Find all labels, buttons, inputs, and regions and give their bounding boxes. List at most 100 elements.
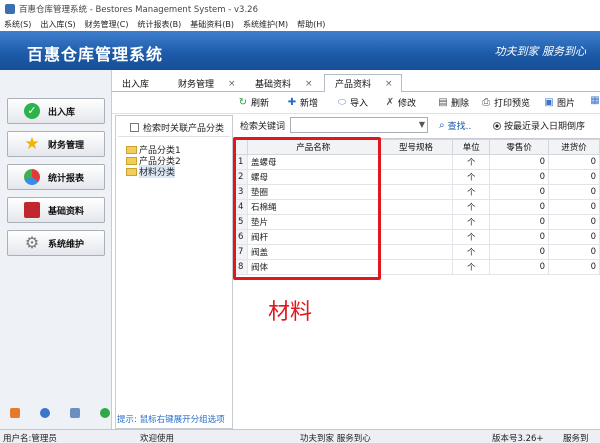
product-name-cell[interactable]: 盖螺母	[246, 154, 380, 170]
sort-radio[interactable]: 按最近录入日期倒序	[493, 119, 585, 132]
spec-cell[interactable]	[378, 214, 454, 230]
tab-stock-io[interactable]: 出入库	[112, 75, 149, 92]
purchase-price-cell[interactable]: 0	[548, 169, 600, 185]
purchase-price-cell[interactable]: 0	[548, 244, 600, 260]
product-name-cell[interactable]: 垫片	[246, 214, 380, 230]
column-header-unit[interactable]: 单位	[452, 139, 491, 155]
product-name-cell[interactable]: 垫圈	[246, 184, 380, 200]
spec-cell[interactable]	[378, 199, 454, 215]
retail-price-cell[interactable]: 0	[489, 259, 550, 275]
refresh-button[interactable]: ↻ 刷新	[238, 96, 269, 109]
unit-cell[interactable]: 个	[452, 184, 491, 200]
row-number-cell[interactable]: 5	[234, 214, 248, 230]
retail-price-cell[interactable]: 0	[489, 244, 550, 260]
sidebar-item-reports[interactable]: 统计报表	[7, 164, 105, 190]
table-row[interactable]: 7 阀盖个 0 0	[234, 244, 600, 260]
checkbox-box[interactable]	[130, 123, 139, 132]
unit-cell[interactable]: 个	[452, 229, 491, 245]
retail-price-cell[interactable]: 0	[489, 154, 550, 170]
menu-maintenance[interactable]: 系统维护(M)	[243, 19, 288, 30]
product-name-cell[interactable]: 阀杆	[246, 229, 380, 245]
window-icon[interactable]	[70, 408, 80, 418]
unit-cell[interactable]: 个	[452, 244, 491, 260]
tab-basic-data[interactable]: 基础资料 ×	[245, 75, 313, 92]
sidebar-item-basic-data[interactable]: 基础资料	[7, 197, 105, 223]
menu-stock-io[interactable]: 出入库(S)	[40, 19, 75, 30]
spec-cell[interactable]	[378, 259, 454, 275]
delete-button[interactable]: ▤ 删除	[438, 96, 469, 109]
purchase-price-cell[interactable]: 0	[548, 259, 600, 275]
purchase-price-cell[interactable]: 0	[548, 214, 600, 230]
purchase-price-cell[interactable]: 0	[548, 229, 600, 245]
purchase-price-cell[interactable]: 0	[548, 154, 600, 170]
chevron-down-icon[interactable]: ▼	[419, 120, 425, 129]
retail-price-cell[interactable]: 0	[489, 184, 550, 200]
column-header-rownum[interactable]	[234, 139, 248, 155]
column-header-retail[interactable]: 零售价	[489, 139, 550, 155]
close-icon[interactable]: ×	[228, 79, 236, 89]
calculator-icon[interactable]	[10, 408, 20, 418]
retail-price-cell[interactable]: 0	[489, 169, 550, 185]
table-row[interactable]: 8 阀体个 0 0	[234, 259, 600, 275]
row-number-cell[interactable]: 1	[234, 154, 248, 170]
clock-icon[interactable]	[40, 408, 50, 418]
unit-cell[interactable]: 个	[452, 169, 491, 185]
spec-cell[interactable]	[378, 169, 454, 185]
retail-price-cell[interactable]: 0	[489, 214, 550, 230]
column-header-spec[interactable]: 型号规格	[378, 139, 454, 155]
row-number-cell[interactable]: 3	[234, 184, 248, 200]
link-category-checkbox[interactable]: 检索时关联产品分类	[130, 121, 224, 134]
menu-help[interactable]: 帮助(H)	[297, 19, 325, 30]
product-name-cell[interactable]: 石棉绳	[246, 199, 380, 215]
product-name-cell[interactable]: 阀体	[246, 259, 380, 275]
spec-cell[interactable]	[378, 154, 454, 170]
purchase-price-cell[interactable]: 0	[548, 199, 600, 215]
edit-button[interactable]: ✗ 修改	[385, 96, 416, 109]
unit-cell[interactable]: 个	[452, 154, 491, 170]
unit-cell[interactable]: 个	[452, 214, 491, 230]
table-row[interactable]: 1 盖螺母个 0 0	[234, 154, 600, 170]
sidebar-item-stock-io[interactable]: ✓ 出入库	[7, 98, 105, 124]
close-icon[interactable]: ×	[385, 79, 393, 89]
retail-price-cell[interactable]: 0	[489, 229, 550, 245]
unit-cell[interactable]: 个	[452, 199, 491, 215]
tab-product-data[interactable]: 产品资料 ×	[324, 74, 402, 92]
row-number-cell[interactable]: 8	[234, 259, 248, 275]
table-row[interactable]: 2 螺母个 0 0	[234, 169, 600, 185]
row-number-cell[interactable]: 7	[234, 244, 248, 260]
row-number-cell[interactable]: 4	[234, 199, 248, 215]
search-button[interactable]: ⌕ 查找..	[439, 119, 471, 132]
spec-cell[interactable]	[378, 229, 454, 245]
product-name-cell[interactable]: 阀盖	[246, 244, 380, 260]
import-button[interactable]: ⬭ 导入	[337, 96, 368, 109]
menu-system[interactable]: 系统(S)	[4, 19, 31, 30]
image-button[interactable]: ▣ 图片	[544, 96, 575, 109]
sidebar-item-maintenance[interactable]: ⚙ 系统维护	[7, 230, 105, 256]
spec-cell[interactable]	[378, 184, 454, 200]
column-header-purchase[interactable]: 进货价	[548, 139, 600, 155]
print-preview-button[interactable]: ⎙ 打印预览	[481, 96, 530, 109]
product-name-cell[interactable]: 螺母	[246, 169, 380, 185]
table-row[interactable]: 4 石棉绳个 0 0	[234, 199, 600, 215]
table-row[interactable]: 3 垫圈个 0 0	[234, 184, 600, 200]
search-input[interactable]: ▼	[290, 117, 428, 133]
close-icon[interactable]: ×	[305, 79, 313, 89]
column-header-name[interactable]: 产品名称	[246, 139, 380, 155]
menu-finance[interactable]: 财务管理(C)	[85, 19, 129, 30]
tree-node-material[interactable]: 材料分类	[126, 165, 176, 178]
radio-dot[interactable]	[493, 121, 501, 130]
more-button[interactable]: ▦	[590, 96, 600, 106]
retail-price-cell[interactable]: 0	[489, 199, 550, 215]
unit-cell[interactable]: 个	[452, 259, 491, 275]
menu-basic-data[interactable]: 基础资料(B)	[190, 19, 234, 30]
sidebar-item-finance[interactable]: ★ 财务管理	[7, 131, 105, 157]
table-row[interactable]: 6 阀杆个 0 0	[234, 229, 600, 245]
purchase-price-cell[interactable]: 0	[548, 184, 600, 200]
row-number-cell[interactable]: 6	[234, 229, 248, 245]
tab-finance[interactable]: 财务管理 ×	[168, 75, 236, 92]
row-number-cell[interactable]: 2	[234, 169, 248, 185]
add-button[interactable]: ✚ 新增	[287, 96, 318, 109]
menu-reports[interactable]: 统计报表(B)	[137, 19, 181, 30]
table-row[interactable]: 5 垫片个 0 0	[234, 214, 600, 230]
spec-cell[interactable]	[378, 244, 454, 260]
